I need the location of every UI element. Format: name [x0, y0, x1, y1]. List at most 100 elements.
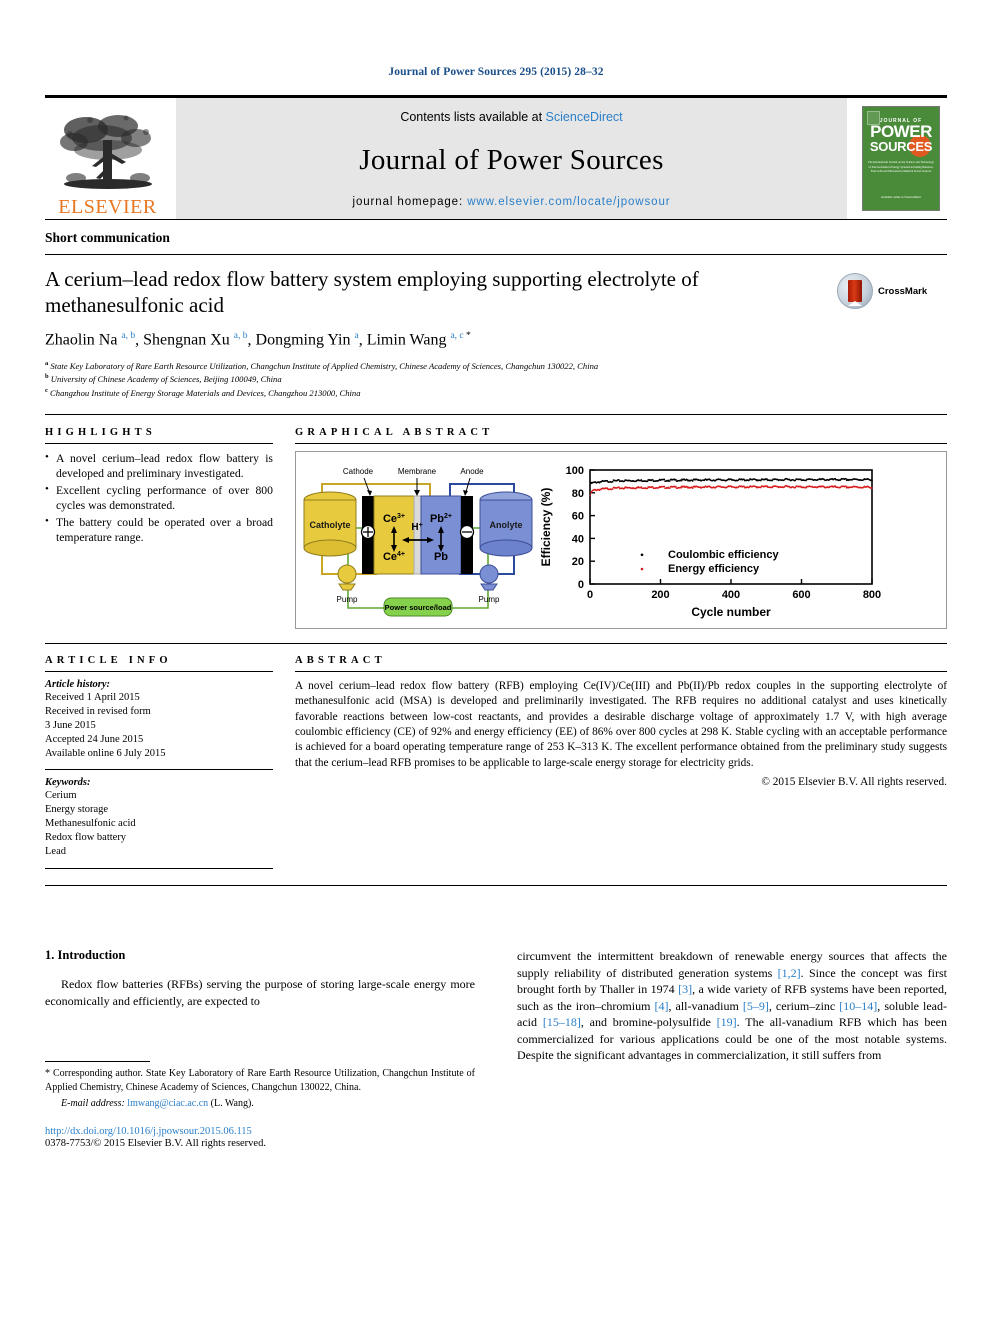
- abstract-copyright: © 2015 Elsevier B.V. All rights reserved…: [761, 775, 947, 788]
- body-text: , all-vanadium: [668, 998, 743, 1013]
- keyword-item: Methanesulfonic acid: [45, 818, 136, 830]
- abstract-rule: [295, 670, 947, 672]
- abstract-column: ABSTRACT A novel cerium–lead redox flow …: [295, 655, 947, 870]
- svg-text:600: 600: [792, 589, 810, 601]
- pump-left: Pump: [337, 564, 358, 604]
- body-columns: 1. Introduction Redox flow batteries (RF…: [45, 948, 947, 1149]
- svg-text:Pump: Pump: [337, 595, 358, 604]
- svg-text:Cathode: Cathode: [343, 467, 374, 476]
- highlights-list: A novel cerium–lead redox flow battery i…: [45, 450, 273, 546]
- author-affiliation-mark: a: [354, 331, 359, 342]
- affiliation-item: a State Key Laboratory of Rare Earth Res…: [45, 359, 599, 371]
- author-name: Shengnan Xu: [143, 331, 234, 349]
- highlight-item: A novel cerium–lead redox flow battery i…: [45, 450, 273, 482]
- body-column-right: circumvent the intermittent breakdown of…: [496, 948, 947, 1148]
- body-text: , and bromine-polysulfide: [580, 1015, 717, 1030]
- affiliation-item: b University of Chinese Academy of Scien…: [45, 373, 282, 385]
- cover-bottom-note: Available online at ScienceDirect: [880, 195, 922, 200]
- homepage-prefix: journal homepage:: [352, 196, 468, 208]
- article-history-item: Received 1 April 2015: [45, 691, 140, 703]
- masthead-center: Contents lists available at ScienceDirec…: [176, 98, 847, 219]
- citation-link[interactable]: [5–9]: [743, 999, 769, 1013]
- svg-text:Anode: Anode: [460, 467, 484, 476]
- affiliation-mark: c: [45, 387, 48, 395]
- cover-power-word: POWER: [870, 122, 932, 141]
- anolyte-tank: Anolyte: [479, 491, 533, 557]
- svg-text:Catholyte: Catholyte: [309, 520, 350, 530]
- homepage-url-link[interactable]: www.elsevier.com/locate/jpowsour: [467, 196, 670, 208]
- keyword-item: Redox flow battery: [45, 832, 127, 844]
- graphical-abstract-figure: Catholyte Anolyte Cathode Membrane Anode…: [295, 450, 947, 629]
- svg-text:Membrane: Membrane: [398, 467, 437, 476]
- article-history-list: Received 1 April 2015 Received in revised…: [45, 691, 273, 761]
- cover-sources-word: SOURCES: [869, 139, 933, 155]
- svg-text:Coulombic efficiency: Coulombic efficiency: [668, 549, 780, 561]
- svg-text:Efficiency (%): Efficiency (%): [539, 487, 553, 566]
- citation-link[interactable]: [15–18]: [543, 1015, 581, 1029]
- article-info-divider: [45, 769, 273, 771]
- article-history-item: Received in revised form: [45, 705, 151, 717]
- svg-text:0: 0: [587, 589, 593, 601]
- issn-line: 0378-7753/© 2015 Elsevier B.V. All right…: [45, 1137, 266, 1149]
- author-list: Zhaolin Na a, b, Shengnan Xu a, b, Dongm…: [45, 331, 471, 349]
- author-affiliation-mark: a, b: [233, 331, 248, 342]
- highlights-rule: [45, 442, 273, 444]
- title-row: A cerium–lead redox flow battery system …: [45, 267, 947, 400]
- svg-text:100: 100: [566, 465, 584, 477]
- affiliation-mark: b: [45, 373, 49, 381]
- intro-paragraph-right: circumvent the intermittent breakdown of…: [517, 948, 947, 1063]
- doi-link[interactable]: http://dx.doi.org/10.1016/j.jpowsour.201…: [45, 1126, 475, 1137]
- corresponding-text: Corresponding author. State Key Laborato…: [45, 1068, 475, 1093]
- citation-link[interactable]: [3]: [678, 982, 692, 996]
- highlight-item: The battery could be operated over a bro…: [45, 514, 273, 546]
- info-abstract-band: ARTICLE INFO Article history: Received 1…: [45, 655, 947, 870]
- journal-title: Journal of Power Sources: [359, 143, 664, 176]
- svg-text:Power source/load: Power source/load: [385, 603, 452, 612]
- crossmark-badge[interactable]: CrossMark: [837, 267, 947, 309]
- title-block-rule: [45, 413, 947, 415]
- highlights-ga-band: HIGHLIGHTS A novel cerium–lead redox flo…: [45, 427, 947, 629]
- article-history-item: 3 June 2015: [45, 719, 96, 731]
- section-heading-introduction: 1. Introduction: [45, 948, 126, 963]
- abstract-bottom-rule: [45, 885, 947, 887]
- catholyte-tank: Catholyte: [303, 491, 357, 557]
- svg-text:Pb: Pb: [434, 551, 448, 563]
- article-type: Short communication: [45, 230, 170, 245]
- sciencedirect-link[interactable]: ScienceDirect: [546, 110, 623, 124]
- graphical-abstract-column: GRAPHICAL ABSTRACT Catholyte Anolyte Cat…: [295, 427, 947, 629]
- svg-text:Pump: Pump: [479, 595, 500, 604]
- article-info-heading: ARTICLE INFO: [45, 654, 172, 666]
- svg-text:Energy efficiency: Energy efficiency: [668, 563, 760, 575]
- contents-prefix: Contents lists available at: [400, 110, 546, 124]
- author-name: Limin Wang: [366, 331, 451, 349]
- elsevier-logo: ELSEVIER: [45, 98, 170, 219]
- affiliation-mark: a: [45, 359, 49, 367]
- masthead-bottom-rule: [45, 219, 947, 220]
- corresponding-author-note: * Corresponding author. State Key Labora…: [45, 1067, 475, 1094]
- graphical-abstract-heading: GRAPHICAL ABSTRACT: [295, 426, 494, 438]
- highlight-item: Excellent cycling performance of over 80…: [45, 482, 273, 514]
- article-info-bottom-rule: [45, 868, 273, 870]
- svg-text:40: 40: [572, 533, 584, 545]
- keyword-item: Lead: [45, 846, 66, 858]
- svg-text:20: 20: [572, 556, 584, 568]
- corresponding-author-mark: *: [463, 331, 471, 342]
- keywords-list: Cerium Energy storage Methanesulfonic acid…: [45, 789, 273, 859]
- citation-link[interactable]: [19]: [717, 1015, 737, 1029]
- citation-link[interactable]: [10–14]: [839, 999, 877, 1013]
- abstract-heading: ABSTRACT: [295, 654, 386, 666]
- elsevier-tree-icon: [59, 115, 152, 189]
- article-info-column: ARTICLE INFO Article history: Received 1…: [45, 655, 295, 870]
- citation-link[interactable]: [1,2]: [778, 966, 801, 980]
- citation-link[interactable]: [4]: [654, 999, 668, 1013]
- email-owner: (L. Wang).: [210, 1097, 254, 1109]
- corresponding-star: *: [45, 1068, 50, 1080]
- running-head: Journal of Power Sources 295 (2015) 28–3…: [388, 66, 604, 78]
- email-link[interactable]: lmwang@ciac.ac.cn: [127, 1098, 208, 1109]
- email-line: E-mail address: lmwang@ciac.ac.cn (L. Wa…: [45, 1098, 475, 1109]
- crossmark-icon: [837, 273, 873, 309]
- article-history-label: Article history:: [45, 678, 111, 690]
- affiliation-item: c Changzhou Institute of Energy Storage …: [45, 387, 361, 398]
- keyword-item: Cerium: [45, 790, 77, 802]
- intro-paragraph-left: Redox flow batteries (RFBs) serving the …: [45, 977, 475, 1008]
